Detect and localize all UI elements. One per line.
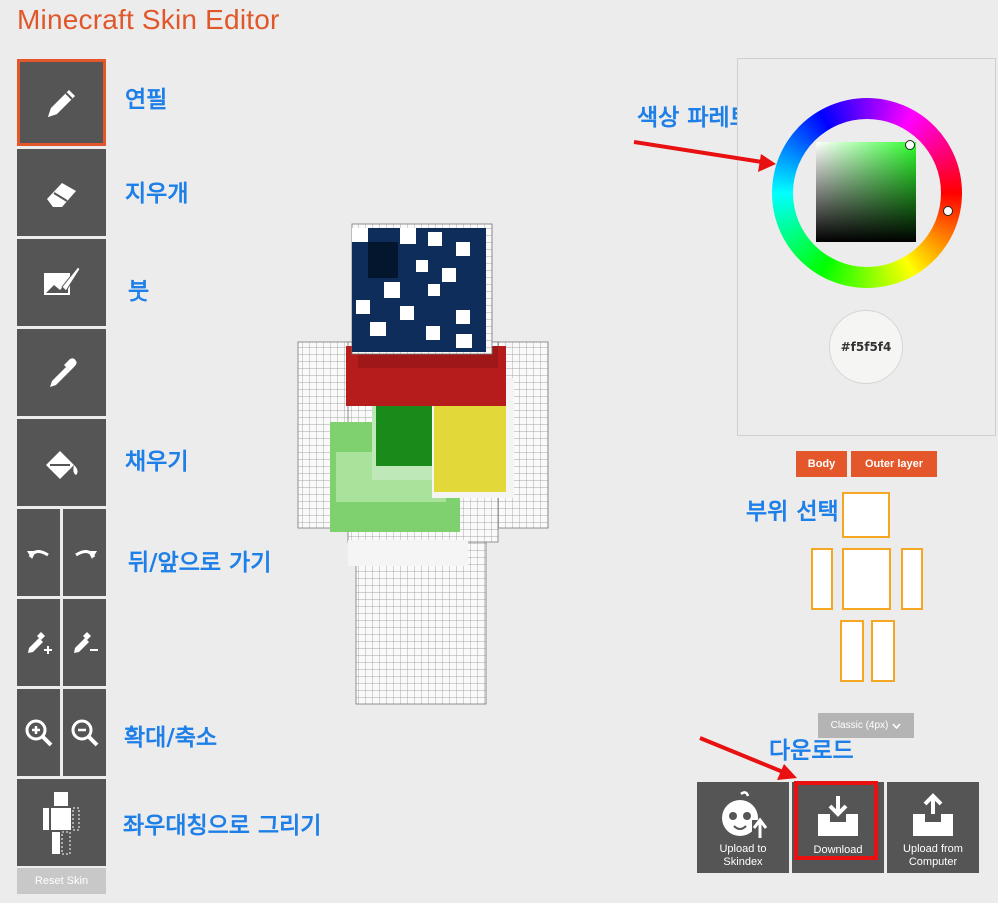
download-highlight	[794, 781, 878, 860]
lighten-icon	[27, 631, 52, 654]
darken-button[interactable]	[63, 599, 106, 686]
hue-picker-handle[interactable]	[943, 206, 953, 216]
mirror-icon	[42, 791, 79, 854]
paint-bucket-icon	[45, 450, 78, 479]
outer-layer-button[interactable]: Outer layer	[851, 451, 937, 477]
annotation-brush: 붓	[128, 279, 150, 305]
upload-to-skindex-label: Upload to Skindex	[719, 843, 767, 868]
model-select[interactable]: Classic (4px)	[818, 713, 914, 738]
annotation-palette: 색상 파레트	[637, 105, 751, 131]
fill-tool-button[interactable]	[17, 419, 106, 506]
annotation-fill: 채우기	[125, 449, 189, 475]
eraser-icon	[46, 182, 76, 207]
app-title: Minecraft Skin Editor	[17, 4, 280, 35]
eyedropper-icon	[49, 357, 77, 387]
zoom-out-icon	[71, 719, 98, 746]
undo-icon	[26, 549, 49, 559]
skin-preview[interactable]	[296, 222, 552, 712]
redo-icon	[74, 549, 97, 559]
part-left-arm[interactable]	[901, 548, 923, 610]
part-torso[interactable]	[842, 548, 891, 610]
body-layer-button[interactable]: Body	[796, 451, 847, 477]
eraser-tool-button[interactable]	[17, 149, 106, 236]
chevron-down-icon	[892, 722, 901, 729]
upload-from-computer-label: Upload from Computer	[903, 843, 963, 868]
undo-button[interactable]	[17, 509, 60, 596]
zoom-in-icon	[25, 719, 52, 746]
upload-to-skindex-button[interactable]: Upload to Skindex	[697, 782, 789, 873]
part-left-leg[interactable]	[871, 620, 895, 682]
annotation-part-select: 부위 선택	[746, 499, 839, 525]
upload-from-computer-button[interactable]: Upload from Computer	[887, 782, 979, 873]
reset-skin-button[interactable]: Reset Skin	[17, 868, 106, 894]
zoom-in-button[interactable]	[17, 689, 60, 776]
eyedropper-tool-button[interactable]	[17, 329, 106, 416]
upload-icon	[913, 793, 953, 836]
annotation-eraser: 지우개	[125, 181, 189, 207]
brush-icon	[43, 265, 81, 295]
zoom-out-button[interactable]	[63, 689, 106, 776]
mirror-button[interactable]	[17, 779, 106, 866]
darken-icon	[73, 631, 98, 653]
sv-picker-handle[interactable]	[905, 140, 915, 150]
redo-button[interactable]	[63, 509, 106, 596]
part-right-leg[interactable]	[840, 620, 864, 682]
annotation-zoom: 확대/축소	[124, 725, 218, 751]
pencil-icon	[47, 89, 75, 117]
annotation-undo-redo: 뒤/앞으로 가기	[128, 550, 272, 576]
skindex-upload-icon	[722, 791, 768, 838]
part-right-arm[interactable]	[811, 548, 833, 610]
model-select-value: Classic (4px)	[830, 720, 889, 731]
current-color-swatch[interactable]: #f5f5f4	[829, 310, 903, 384]
saturation-value-square[interactable]	[816, 142, 916, 242]
annotation-pencil: 연필	[125, 87, 168, 113]
part-head[interactable]	[842, 492, 890, 538]
pencil-tool-button[interactable]	[17, 59, 106, 146]
brush-tool-button[interactable]	[17, 239, 106, 326]
annotation-mirror: 좌우대칭으로 그리기	[123, 813, 322, 839]
lighten-button[interactable]	[17, 599, 60, 686]
